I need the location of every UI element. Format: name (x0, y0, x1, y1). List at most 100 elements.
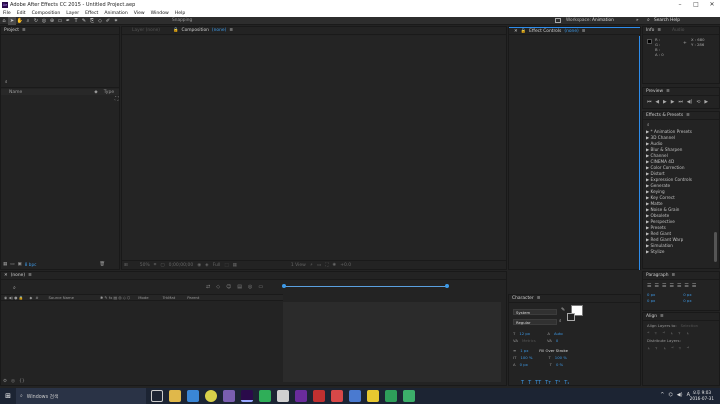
current-time[interactable]: 0;00;00;00 (169, 263, 194, 268)
tray-chevron-icon[interactable]: ^ (660, 392, 664, 398)
rotate-tool-icon[interactable]: ↻ (32, 17, 40, 25)
column-mode[interactable]: Mode (138, 295, 148, 300)
puppet-tool-icon[interactable]: ✶ (112, 17, 120, 25)
label-icon[interactable]: ◆ (94, 90, 97, 95)
align-to-select[interactable]: Selection (681, 323, 699, 328)
justify-center-icon[interactable]: ☰ (677, 283, 681, 289)
project-title[interactable]: Project (4, 28, 19, 33)
type-tool-icon[interactable]: T (72, 17, 80, 25)
fast-preview-icon[interactable]: ⚡ (310, 263, 313, 268)
selection-tool-icon[interactable]: ➤ (8, 16, 16, 25)
camera-tool-icon[interactable]: ◎ (40, 17, 48, 25)
search-icon[interactable]: ⌕ (647, 122, 650, 128)
app-red-icon[interactable] (313, 390, 325, 402)
file-explorer-icon[interactable] (169, 390, 181, 402)
tab-composition-value[interactable]: (none) (212, 28, 226, 33)
panel-menu-icon[interactable]: ≡ (672, 273, 676, 278)
maximize-button[interactable]: □ (688, 0, 704, 9)
font-style-select[interactable]: Regular (513, 319, 557, 325)
font-size-field[interactable]: 12 px (519, 330, 543, 337)
region-icon[interactable]: ⬚ (224, 263, 228, 268)
superscript-button[interactable]: T¹ (555, 380, 560, 386)
menu-layer[interactable]: Layer (66, 11, 79, 16)
space-after-field[interactable]: 0 px (683, 298, 691, 304)
column-name[interactable]: Name (9, 90, 22, 95)
app-icon[interactable] (277, 390, 289, 402)
navigator-start-handle[interactable] (282, 284, 286, 288)
line-icon[interactable] (385, 390, 397, 402)
pen-tool-icon[interactable]: ✒ (64, 17, 72, 25)
search-icon[interactable]: ⌕ (13, 285, 16, 291)
vertical-scale-field[interactable]: 100 % (520, 354, 544, 361)
paragraph-title[interactable]: Paragraph (646, 273, 669, 278)
tracking-field[interactable]: 0 (556, 337, 558, 344)
workspace-icon[interactable] (555, 18, 561, 23)
horizontal-scale-field[interactable]: 100 % (555, 354, 567, 361)
app-green-icon[interactable] (403, 390, 415, 402)
justify-right-icon[interactable]: ☰ (684, 283, 688, 289)
mask-icon[interactable]: ▢ (160, 263, 164, 268)
align-v-centers-icon[interactable]: ⫟ (678, 330, 681, 336)
effects-item[interactable]: ▶ Stylize (646, 249, 692, 255)
distribute-right-icon[interactable]: ⫞ (687, 345, 690, 351)
composition-viewer[interactable] (122, 36, 506, 261)
panel-menu-icon[interactable]: ≡ (660, 314, 664, 319)
close-icon[interactable]: ✕ (514, 29, 518, 34)
menu-window[interactable]: Window (151, 11, 169, 16)
snapshot-icon[interactable]: ◉ (197, 263, 201, 268)
faux-bold-button[interactable]: T (521, 380, 524, 386)
always-preview-icon[interactable]: ⊞ (124, 263, 128, 268)
panel-menu-icon[interactable]: ≡ (666, 89, 670, 94)
clone-stamp-tool-icon[interactable]: ⎘ (88, 17, 96, 25)
loop-icon[interactable]: ⟲ (696, 100, 700, 105)
all-caps-button[interactable]: TT (535, 380, 541, 386)
navigator-end-handle[interactable] (445, 284, 449, 288)
taskbar-search-input[interactable]: Windows 검색 (27, 393, 59, 400)
in-out-icon[interactable]: {} (19, 379, 25, 384)
close-button[interactable]: ✕ (704, 0, 720, 9)
flowchart-icon[interactable]: ⛶ (325, 262, 328, 268)
zoom-tool-icon[interactable]: ⌕ (24, 17, 32, 25)
views-select[interactable]: 1 View (291, 263, 306, 268)
eraser-tool-icon[interactable]: ◇ (96, 17, 104, 25)
transfer-controls-icon[interactable]: ◎ (11, 379, 15, 384)
project-search[interactable]: ⌕ (5, 78, 8, 85)
search-icon[interactable]: ⌕ (559, 318, 562, 324)
stroke-color-swatch[interactable] (567, 313, 575, 321)
align-right-edges-icon[interactable]: ⫞ (663, 330, 666, 336)
last-frame-icon[interactable]: ⏭ (678, 99, 682, 105)
baseline-shift-field[interactable]: 0 px (520, 361, 546, 368)
align-bottom-edges-icon[interactable]: ⫠ (686, 330, 689, 336)
new-comp-icon[interactable]: ▣ (18, 262, 22, 267)
font-family-select[interactable]: System (513, 309, 557, 315)
eyedropper-icon[interactable]: ✎ (561, 307, 565, 313)
media-player-icon[interactable] (223, 390, 235, 402)
kakaotalk-icon[interactable] (367, 390, 379, 402)
pan-behind-tool-icon[interactable]: ⊕ (48, 17, 56, 25)
taskbar-search[interactable]: ⌕ Windows 검색 (16, 388, 146, 404)
panel-menu-icon[interactable]: ≡ (22, 28, 26, 33)
hand-tool-icon[interactable]: ✋ (16, 17, 24, 25)
timeline-icon[interactable]: ▭ (317, 263, 321, 268)
space-before-field[interactable]: 0 px (647, 298, 655, 304)
distribute-left-icon[interactable]: ⫞ (671, 345, 674, 351)
timeline-tab[interactable]: (none) (11, 273, 25, 278)
snapping-label[interactable]: Snapping (172, 18, 192, 23)
chrome-icon[interactable] (205, 390, 217, 402)
menu-edit[interactable]: Edit (17, 11, 26, 16)
workspace-menu-icon[interactable]: » (636, 18, 639, 23)
align-h-centers-icon[interactable]: ⫟ (655, 330, 658, 336)
after-effects-taskbar-icon[interactable] (241, 390, 253, 402)
menu-effect[interactable]: Effect (85, 11, 98, 16)
new-folder-icon[interactable]: ▭ (10, 262, 14, 267)
align-title[interactable]: Align (646, 314, 657, 319)
home-icon[interactable]: ⌂ (0, 17, 8, 25)
tab-composition-label[interactable]: Composition (182, 28, 209, 33)
channel-icon[interactable]: ◈ (205, 263, 208, 268)
align-top-edges-icon[interactable]: ⫠ (670, 330, 673, 336)
shy-icon[interactable]: ☺ (226, 284, 231, 290)
tab-layer[interactable]: Layer (none) (132, 28, 160, 33)
panel-menu-icon[interactable]: ≡ (28, 273, 32, 278)
bpc-toggle[interactable]: 8 bpc (25, 262, 37, 267)
leading-field[interactable]: Auto (554, 330, 563, 337)
